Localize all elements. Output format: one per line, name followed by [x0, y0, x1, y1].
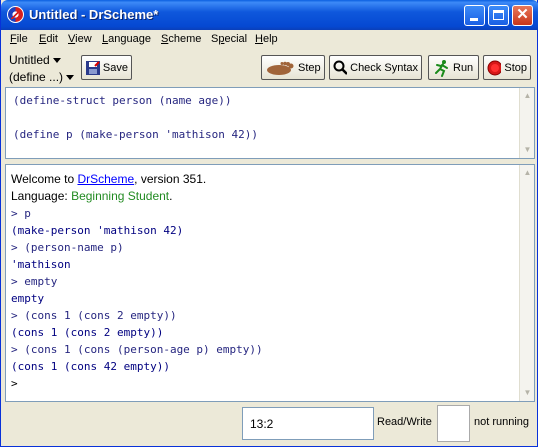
repl-line: > empty	[11, 275, 58, 288]
title-bar[interactable]: Untitled - DrScheme* ✕	[1, 0, 538, 30]
language-name: Beginning Student	[71, 189, 170, 203]
save-icon	[86, 60, 100, 75]
scroll-up-icon[interactable]: ▲	[520, 89, 535, 103]
stop-button[interactable]: Stop	[483, 55, 531, 80]
language-prefix: Language:	[11, 189, 72, 203]
scroll-down-icon[interactable]: ▼	[520, 143, 535, 157]
chevron-down-icon	[52, 58, 61, 64]
cursor-position: 13:2	[250, 417, 274, 431]
definitions-editor[interactable]: (define-struct person (name age)) (defin…	[5, 87, 535, 159]
definitions-line-3: (define p (make-person 'mathison 42))	[13, 126, 258, 143]
file-name-menu[interactable]: Untitled	[9, 53, 61, 67]
menu-mnemonic: F	[10, 33, 17, 45]
maximize-button[interactable]	[488, 5, 509, 26]
definitions-scrollbar[interactable]: ▲ ▼	[519, 88, 534, 158]
repl-line: > (cons 1 (cons (person-age p) empty))	[11, 343, 263, 356]
running-man-icon	[435, 59, 448, 77]
menu-scheme[interactable]: Scheme	[161, 33, 201, 45]
repl-line: > p	[11, 207, 31, 220]
menu-label-rest: ile	[16, 33, 28, 45]
run-button[interactable]: Run	[428, 55, 479, 80]
language-line: Language: Beginning Student.	[11, 189, 173, 203]
maximize-icon	[493, 10, 504, 20]
menu-language[interactable]: Language	[102, 33, 151, 45]
repl-line: > (person-name p)	[11, 241, 124, 254]
file-name-label: Untitled	[9, 53, 50, 67]
menu-bar: File Edit View Language Scheme Special H…	[1, 30, 537, 49]
check-syntax-button[interactable]: Check Syntax	[329, 55, 422, 80]
define-menu-label: (define ...)	[9, 70, 64, 84]
cursor-position-field[interactable]: 13:2	[242, 407, 374, 440]
running-status: not running	[474, 416, 530, 428]
minimize-button[interactable]	[464, 5, 485, 26]
step-button[interactable]: Step	[261, 55, 325, 80]
drscheme-window: Untitled - DrScheme* ✕ File Edit View La…	[0, 0, 538, 447]
repl-prompt[interactable]: >	[11, 375, 18, 392]
foot-icon	[267, 61, 294, 75]
read-write-status[interactable]: Read/Write	[377, 416, 432, 428]
menu-file[interactable]: File	[10, 33, 28, 45]
interactions-editor[interactable]: Welcome to DrScheme, version 351. Langua…	[5, 164, 535, 402]
magnifier-icon	[333, 60, 348, 75]
code-text: (define p (make-person 'mathison 42))	[13, 128, 259, 141]
run-label: Run	[453, 61, 474, 74]
stop-label: Stop	[504, 61, 527, 74]
menu-special[interactable]: Special	[211, 33, 247, 45]
menu-label-rest: iew	[75, 33, 92, 45]
menu-mnemonic: H	[255, 33, 263, 45]
close-icon: ✕	[516, 6, 529, 23]
save-label: Save	[102, 61, 128, 74]
save-button[interactable]: Save	[81, 55, 132, 80]
interactions-scrollbar[interactable]: ▲ ▼	[519, 165, 534, 401]
menu-help[interactable]: Help	[255, 33, 278, 45]
menu-view[interactable]: View	[68, 33, 92, 45]
window-title: Untitled - DrScheme*	[29, 7, 159, 22]
stop-icon	[487, 60, 502, 75]
close-button[interactable]: ✕	[512, 5, 533, 26]
repl-line: (cons 1 (cons 2 empty))	[11, 326, 164, 339]
minimize-icon	[470, 18, 478, 21]
chevron-down-icon	[66, 75, 75, 81]
drscheme-link[interactable]: DrScheme	[77, 172, 134, 186]
definitions-line-1: (define-struct person (name age))	[13, 92, 232, 109]
welcome-prefix: Welcome to	[11, 172, 78, 186]
step-label: Step	[298, 61, 321, 74]
welcome-suffix: , version 351.	[134, 172, 207, 186]
menu-label-rest: ecial	[224, 33, 248, 45]
language-suffix: .	[169, 189, 173, 203]
toolbar: Untitled (define ...) Save Step Check Sy…	[1, 49, 537, 87]
menu-label-rest: cheme	[168, 33, 202, 45]
menu-label-rest: anguage	[108, 33, 151, 45]
repl-line: 'mathison	[11, 258, 71, 271]
drscheme-logo-icon[interactable]	[7, 6, 24, 23]
repl-line: (cons 1 (cons 42 empty))	[11, 360, 170, 373]
scroll-up-icon[interactable]: ▲	[520, 166, 535, 180]
repl-line: > (cons 1 (cons 2 empty))	[11, 309, 177, 322]
status-bar: 13:2 Read/Write not running	[1, 402, 537, 446]
scroll-down-icon[interactable]: ▼	[520, 386, 535, 400]
welcome-line: Welcome to DrScheme, version 351.	[11, 172, 206, 186]
menu-edit[interactable]: Edit	[39, 33, 58, 45]
gc-indicator	[437, 405, 470, 442]
menu-label-rest: elp	[262, 33, 278, 45]
code-text: (define-struct person (name age))	[13, 94, 232, 107]
repl-line: (make-person 'mathison 42)	[11, 224, 184, 237]
repl-line: empty	[11, 292, 45, 305]
check-syntax-label: Check Syntax	[350, 61, 418, 74]
menu-label-rest: dit	[46, 33, 58, 45]
define-menu[interactable]: (define ...)	[9, 70, 75, 84]
